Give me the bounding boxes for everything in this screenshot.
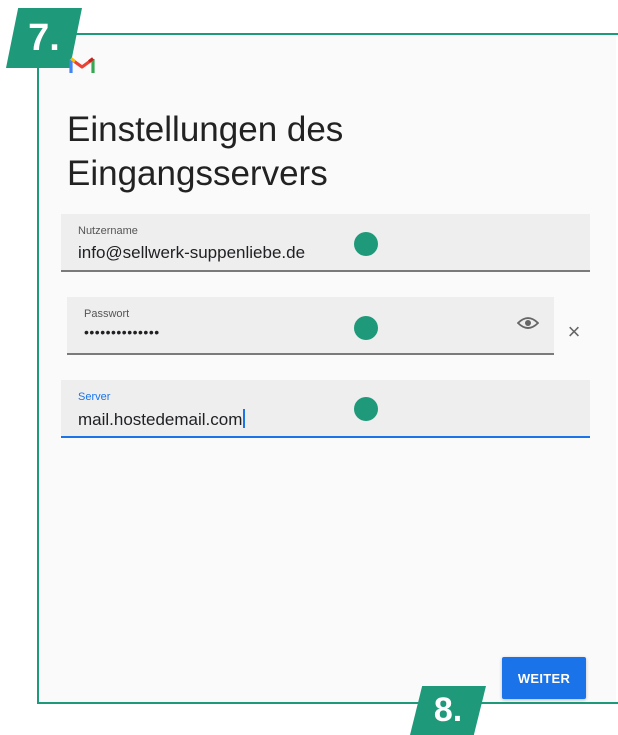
username-value: info@sellwerk-suppenliebe.de [78, 243, 306, 262]
marker-dot-password [354, 316, 378, 340]
page-title: Einstellungen des Eingangsservers [67, 108, 527, 196]
password-label: Passwort [84, 308, 130, 320]
page-title-line-2: Eingangsservers [67, 154, 328, 193]
show-password-eye-icon[interactable] [517, 316, 539, 330]
close-icon[interactable]: × [565, 321, 583, 343]
step-badge-8: 8. [410, 686, 486, 735]
server-value: mail.hostedemail.com [78, 409, 246, 430]
text-cursor [243, 409, 246, 428]
page-title-line-1: Einstellungen des [67, 110, 344, 149]
username-label: Nutzername [78, 225, 138, 237]
next-button[interactable]: WEITER [502, 657, 586, 699]
password-value: •••••••••••••• [84, 324, 160, 340]
password-field[interactable]: Passwort •••••••••••••• [67, 297, 554, 355]
server-label: Server [78, 391, 111, 403]
marker-dot-username [354, 232, 378, 256]
server-value-text: mail.hostedemail.com [78, 410, 243, 429]
marker-dot-server [354, 397, 378, 421]
gmail-logo-icon [69, 57, 95, 73]
server-field[interactable]: Server mail.hostedemail.com [61, 380, 590, 438]
username-field[interactable]: Nutzername info@sellwerk-suppenliebe.de [61, 214, 590, 272]
